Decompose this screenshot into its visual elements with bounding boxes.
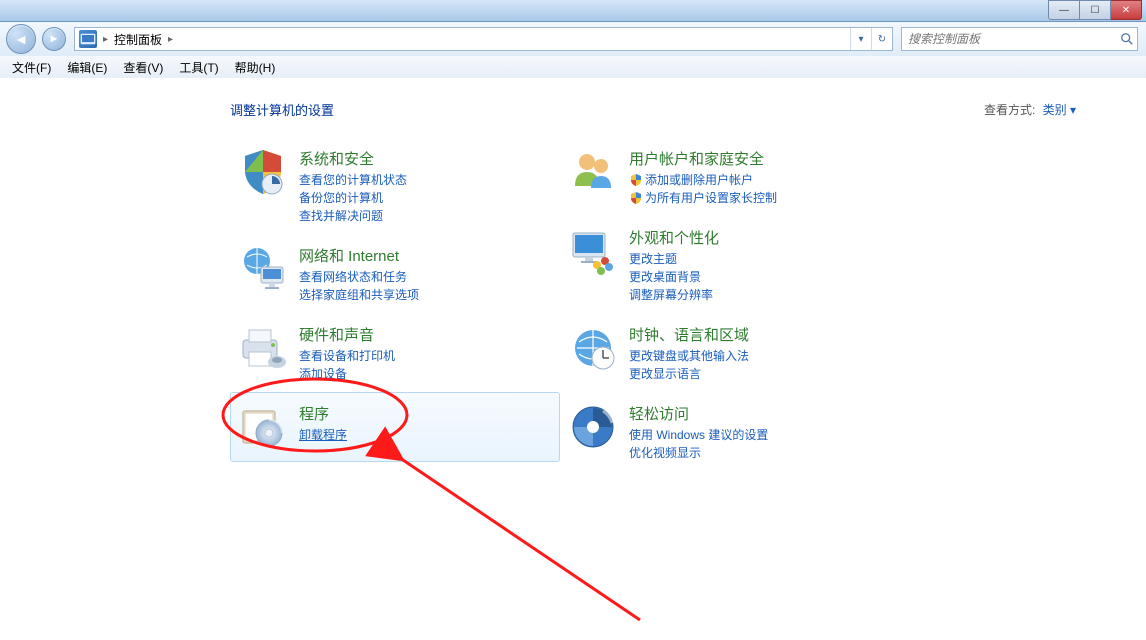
task-link[interactable]: 添加设备 (299, 365, 395, 383)
task-link-uninstall[interactable]: 卸载程序 (299, 426, 347, 444)
task-link[interactable]: 查看您的计算机状态 (299, 171, 407, 189)
task-link[interactable]: 更改显示语言 (629, 365, 749, 383)
close-button[interactable]: ✕ (1111, 0, 1142, 20)
category-programs[interactable]: 程序 卸载程序 (230, 392, 560, 462)
ease-of-access-icon (567, 401, 619, 453)
task-link[interactable]: 查看网络状态和任务 (299, 268, 419, 286)
category-ease-of-access[interactable]: 轻松访问 使用 Windows 建议的设置 优化视频显示 (560, 392, 890, 471)
minimize-button[interactable]: — (1048, 0, 1080, 20)
shield-icon (237, 146, 289, 198)
task-link[interactable]: 添加或删除用户帐户 (629, 171, 777, 189)
shield-small-icon (629, 191, 643, 205)
view-by: 查看方式: 类别 ▾ (984, 101, 1076, 118)
page-title: 调整计算机的设置 (230, 100, 334, 119)
menu-bar: 文件(F) 编辑(E) 查看(V) 工具(T) 帮助(H) (0, 56, 1146, 79)
menu-file[interactable]: 文件(F) (4, 57, 59, 78)
network-icon (237, 243, 289, 295)
category-title[interactable]: 轻松访问 (629, 403, 768, 424)
category-hardware[interactable]: 硬件和声音 查看设备和打印机 添加设备 (230, 313, 560, 392)
category-system-security[interactable]: 系统和安全 查看您的计算机状态 备份您的计算机 查找并解决问题 (230, 137, 560, 234)
category-title[interactable]: 程序 (299, 403, 347, 424)
menu-help[interactable]: 帮助(H) (227, 57, 284, 78)
address-dropdown[interactable]: ▾ (850, 28, 871, 50)
search-icon[interactable] (1117, 32, 1137, 46)
menu-edit[interactable]: 编辑(E) (59, 57, 115, 78)
clock-globe-icon (567, 322, 619, 374)
control-panel-icon (79, 30, 97, 48)
address-bar[interactable]: ▸ 控制面板 ▸ ▾ ↻ (74, 27, 893, 51)
task-link[interactable]: 备份您的计算机 (299, 189, 407, 207)
menu-tools[interactable]: 工具(T) (171, 57, 226, 78)
category-title[interactable]: 时钟、语言和区域 (629, 324, 749, 345)
window-titlebar: — ☐ ✕ (0, 0, 1146, 22)
task-link[interactable]: 更改桌面背景 (629, 268, 719, 286)
task-link[interactable]: 查看设备和打印机 (299, 347, 395, 365)
category-network[interactable]: 网络和 Internet 查看网络状态和任务 选择家庭组和共享选项 (230, 234, 560, 313)
view-by-label: 查看方式: (984, 103, 1035, 117)
search-box[interactable] (901, 27, 1138, 51)
task-link[interactable]: 更改键盘或其他输入法 (629, 347, 749, 365)
category-appearance[interactable]: 外观和个性化 更改主题 更改桌面背景 调整屏幕分辨率 (560, 216, 890, 313)
appearance-icon (567, 225, 619, 277)
shield-small-icon (629, 173, 643, 187)
category-title[interactable]: 外观和个性化 (629, 227, 719, 248)
nav-back-button[interactable]: ◄ (6, 24, 36, 54)
programs-icon (237, 401, 289, 453)
menu-view[interactable]: 查看(V) (115, 57, 171, 78)
category-title[interactable]: 网络和 Internet (299, 245, 419, 266)
breadcrumb-separator: ▸ (101, 34, 110, 45)
category-title[interactable]: 硬件和声音 (299, 324, 395, 345)
task-link[interactable]: 优化视频显示 (629, 444, 768, 462)
search-input[interactable] (902, 32, 1117, 46)
task-link[interactable]: 为所有用户设置家长控制 (629, 189, 777, 207)
maximize-button[interactable]: ☐ (1080, 0, 1111, 20)
category-clock-language[interactable]: 时钟、语言和区域 更改键盘或其他输入法 更改显示语言 (560, 313, 890, 392)
refresh-button[interactable]: ↻ (871, 28, 892, 50)
printer-icon (237, 322, 289, 374)
task-link[interactable]: 使用 Windows 建议的设置 (629, 426, 768, 444)
content-area: 调整计算机的设置 查看方式: 类别 ▾ (0, 78, 1146, 640)
category-title[interactable]: 用户帐户和家庭安全 (629, 148, 777, 169)
category-title[interactable]: 系统和安全 (299, 148, 407, 169)
breadcrumb-separator: ▸ (166, 34, 175, 45)
task-link[interactable]: 查找并解决问题 (299, 207, 407, 225)
nav-forward-button[interactable]: ► (42, 27, 66, 51)
view-by-dropdown[interactable]: 类别 ▾ (1043, 103, 1076, 117)
task-link[interactable]: 调整屏幕分辨率 (629, 286, 719, 304)
task-link[interactable]: 选择家庭组和共享选项 (299, 286, 419, 304)
breadcrumb-control-panel[interactable]: 控制面板 (110, 31, 166, 48)
user-accounts-icon (567, 146, 619, 198)
category-user-accounts[interactable]: 用户帐户和家庭安全 添加或删除用户帐户 为所有用户设置家长控制 (560, 137, 890, 216)
address-bar-row: ◄ ► ▸ 控制面板 ▸ ▾ ↻ (0, 22, 1146, 57)
task-link[interactable]: 更改主题 (629, 250, 719, 268)
